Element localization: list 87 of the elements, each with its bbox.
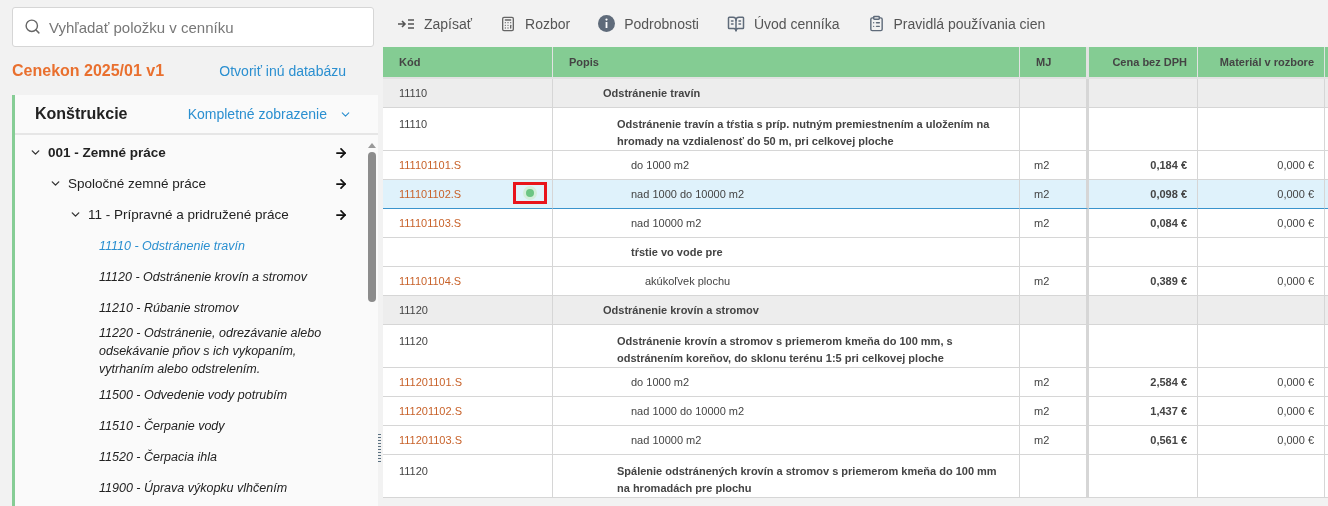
column-header[interactable]: MJ [1020, 47, 1089, 79]
code-cell: 11110 [383, 79, 553, 108]
unit-cell [1020, 455, 1089, 498]
price-cell: 0,084 € [1089, 209, 1198, 238]
tree-item[interactable]: 11120 - Odstránenie krovín a stromov [99, 267, 348, 286]
column-header[interactable]: Popis [553, 47, 1020, 79]
database-name: Cenekon 2025/01 v1 [12, 62, 165, 80]
code-cell: 11110 [383, 108, 553, 151]
material-cell: 0,000 € [1198, 368, 1325, 397]
description-cell: Spálenie odstránených krovín a stromov s priemerom kmeňa do 100 mm na hromadách pre plochu [553, 455, 1020, 498]
material-cell: 0,000 € [1198, 397, 1325, 426]
tree-item[interactable]: 11110 - Odstránenie travín [99, 236, 348, 255]
code-cell: 111101101.S [383, 151, 553, 180]
unit-cell: m2 [1020, 368, 1089, 397]
tree-item[interactable]: 11900 - Úprava výkopku vlhčením [99, 478, 348, 497]
material-cell: 0,000 € [1198, 267, 1325, 296]
search-icon [24, 18, 41, 35]
calculator-icon [500, 15, 517, 32]
material-cell: 0,000 € [1198, 151, 1325, 180]
price-cell: 0,389 € [1089, 267, 1198, 296]
status-dot [526, 189, 534, 197]
code-cell: 11120 [383, 296, 553, 325]
column-header[interactable]: Kód [383, 47, 553, 79]
unit-cell [1020, 79, 1089, 108]
unit-cell: m2 [1020, 151, 1089, 180]
unit-cell [1020, 325, 1089, 368]
code-cell: 111201103.S [383, 426, 553, 455]
column-header[interactable]: Materiál v rozbore [1198, 47, 1325, 79]
price-cell: 1,437 € [1089, 397, 1198, 426]
code-cell: 111101103.S [383, 209, 553, 238]
description-cell: Odstránenie krovín a stromov s priemerom kmeňa do 100 mm, s odstránením koreňov, do sklonu terénu 1:5 pri celkovej ploche [553, 325, 1020, 368]
tree-item[interactable]: 11 - Prípravné a pridružené práce [82, 205, 334, 224]
code-cell: 11120 [383, 325, 553, 368]
tree-item[interactable]: 11220 - Odstránenie, odrezávanie alebo odsekávanie pňov s ich vykopaním, vytrhaním alebo odstrelením. [99, 324, 348, 378]
description-cell: nad 1000 do 10000 m2 [553, 180, 1020, 209]
search-field[interactable]: Vyhľadať položku v cenníku [12, 7, 374, 47]
unit-cell: m2 [1020, 267, 1089, 296]
view-dropdown[interactable]: Kompletné zobrazenie [187, 106, 352, 122]
price-cell: 0,561 € [1089, 426, 1198, 455]
description-cell: Odstránenie krovín a stromov [553, 296, 1020, 325]
description-cell: Odstránenie travín a tŕstia s príp. nutným premiestnením a uložením na hromady na vzdialenosť do 50 m, pri celkovej ploche [553, 108, 1020, 151]
material-cell: 0,000 € [1198, 426, 1325, 455]
toolbar-button[interactable]: Zapísať [397, 15, 473, 32]
unit-cell: m2 [1020, 426, 1089, 455]
unit-cell: m2 [1020, 180, 1089, 209]
description-cell: nad 1000 do 10000 m2 [553, 397, 1020, 426]
unit-cell: m2 [1020, 397, 1089, 426]
unit-cell [1020, 296, 1089, 325]
price-cell: 0,098 € [1089, 180, 1198, 209]
scroll-up-arrow[interactable] [368, 143, 376, 148]
code-cell: 111201102.S [383, 397, 553, 426]
scrollbar-thumb[interactable] [368, 152, 376, 302]
tree-item[interactable]: 11520 - Čerpacia ihla [99, 447, 348, 466]
code-cell: 11120 [383, 455, 553, 498]
toolbar-button[interactable]: Podrobnosti [598, 15, 699, 32]
info-icon [598, 15, 616, 32]
clipboard-icon [867, 15, 885, 32]
splitter-handle[interactable] [378, 434, 381, 464]
description-cell: do 1000 m2 [553, 368, 1020, 397]
tree-item[interactable]: 001 - Zemné práce [42, 143, 334, 162]
tree-item[interactable]: Spoločné zemné práce [62, 174, 334, 193]
unit-cell: m2 [1020, 209, 1089, 238]
code-cell: 111201101.S [383, 368, 553, 397]
toolbar-button[interactable]: Úvod cenníka [726, 14, 840, 33]
tree-item[interactable]: 11500 - Odvedenie vody potrubím [99, 385, 348, 404]
book-icon [726, 14, 745, 33]
unit-cell [1020, 238, 1089, 267]
unit-cell [1020, 108, 1089, 151]
code-cell: 111101102.S [383, 180, 553, 209]
code-cell: 111101104.S [383, 267, 553, 296]
material-cell: 0,000 € [1198, 209, 1325, 238]
price-cell: 0,184 € [1089, 151, 1198, 180]
material-cell: 0,000 € [1198, 180, 1325, 209]
toolbar-button[interactable]: Rozbor [500, 15, 571, 32]
description-cell: Odstránenie travín [553, 79, 1020, 108]
description-cell: akúkoľvek plochu [553, 267, 1020, 296]
tree-item[interactable]: 11510 - Čerpanie vody [99, 416, 348, 435]
tree-item[interactable]: 11210 - Rúbanie stromov [99, 298, 348, 317]
description-cell: nad 10000 m2 [553, 209, 1020, 238]
price-cell: 2,584 € [1089, 368, 1198, 397]
arrow-to-list-icon [397, 17, 415, 30]
toolbar-button[interactable]: Pravidlá používania cien [867, 15, 1046, 32]
description-cell: tŕstie vo vode pre [553, 238, 1020, 267]
description-cell: nad 10000 m2 [553, 426, 1020, 455]
panel-title: Konštrukcie [35, 105, 128, 123]
description-cell: do 1000 m2 [553, 151, 1020, 180]
column-header[interactable]: Cena bez DPH [1089, 47, 1198, 79]
